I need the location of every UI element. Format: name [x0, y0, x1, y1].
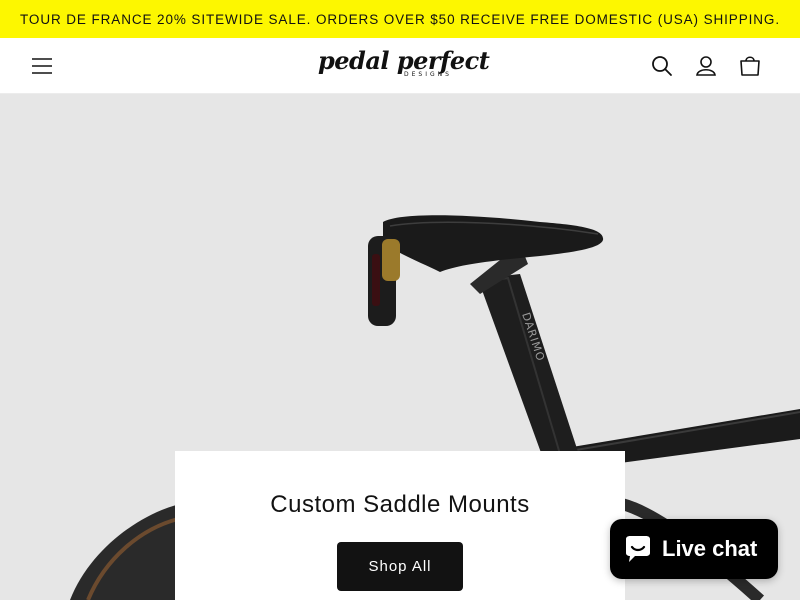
search-button[interactable] [648, 52, 676, 80]
chat-bubble-icon [626, 536, 650, 562]
announcement-bar: TOUR DE FRANCE 20% SITEWIDE SALE. ORDERS… [0, 0, 800, 38]
live-chat-label: Live chat [662, 536, 758, 561]
hero-card: Custom Saddle Mounts Shop All [175, 451, 625, 600]
menu-icon [32, 58, 52, 74]
search-icon [652, 56, 672, 76]
cart-button[interactable] [736, 52, 764, 80]
cart-icon [740, 56, 760, 76]
shop-all-button[interactable]: Shop All [337, 542, 463, 591]
account-icon [696, 56, 716, 76]
account-button[interactable] [692, 52, 720, 80]
announcement-text: TOUR DE FRANCE 20% SITEWIDE SALE. ORDERS… [20, 11, 780, 27]
live-chat-button[interactable]: Live chat [610, 519, 778, 579]
logo-subtext: DESIGNS [404, 71, 452, 78]
menu-button[interactable] [28, 52, 56, 80]
site-header: pedal perfect DESIGNS [0, 38, 800, 94]
hero-title: Custom Saddle Mounts [270, 491, 530, 518]
site-logo[interactable]: pedal perfect DESIGNS [318, 46, 490, 86]
